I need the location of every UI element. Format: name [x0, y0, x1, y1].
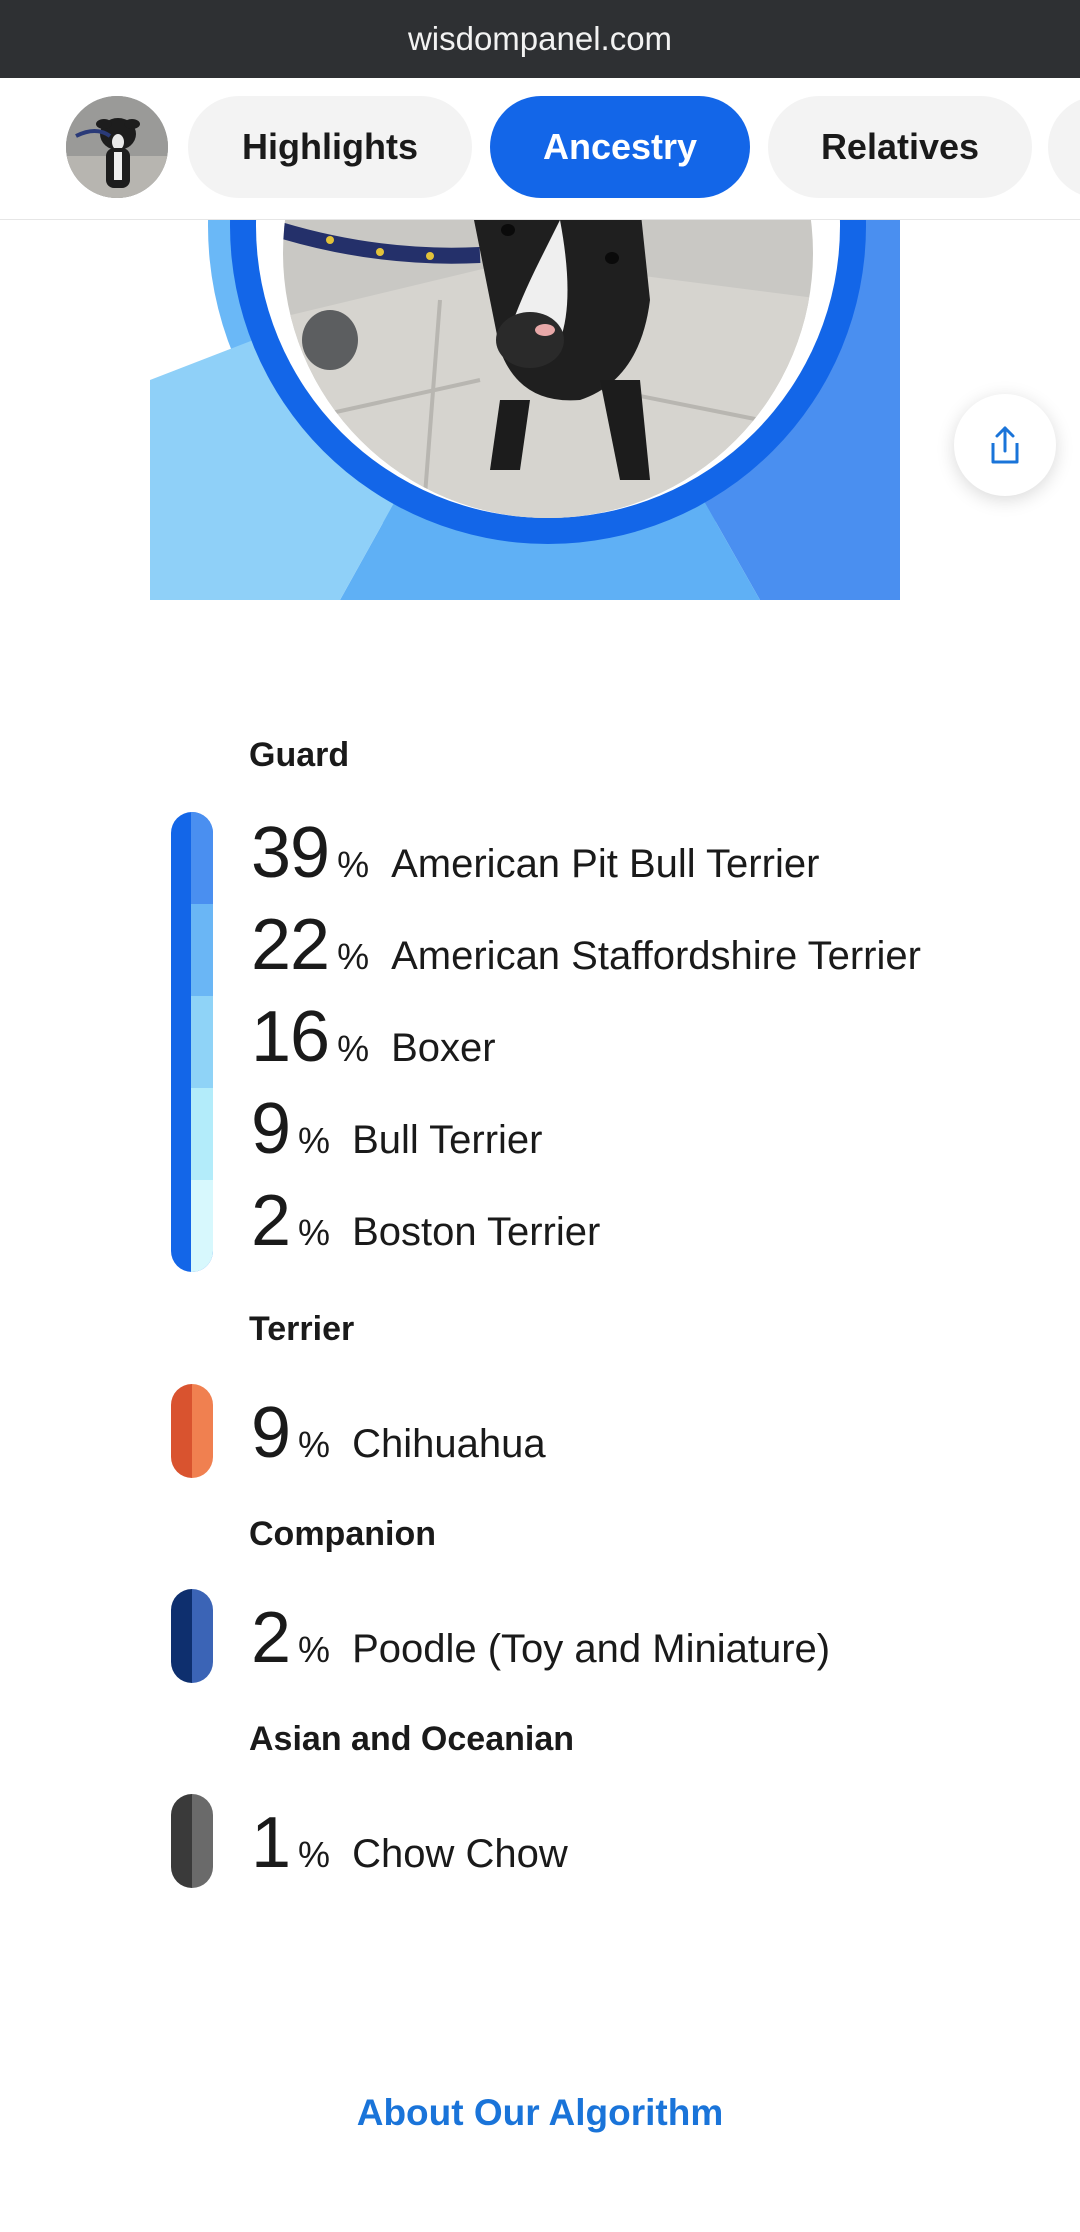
ancestry-donut-chart: [150, 220, 900, 600]
breed-name: Poodle (Toy and Miniature): [352, 1627, 831, 1671]
breed-row[interactable]: 9 % Bull Terrier: [251, 1088, 543, 1170]
tab-highlights[interactable]: Highlights: [188, 96, 472, 198]
tab-relatives-label: Relatives: [820, 126, 980, 167]
breed-name: Boston Terrier: [352, 1210, 601, 1254]
top-tab-nav: Highlights Ancestry Relatives: [0, 78, 1080, 220]
breed-row[interactable]: 2 % Boston Terrier: [251, 1180, 600, 1262]
percent-sign: %: [298, 1212, 331, 1253]
breed-row[interactable]: 9 % Chihuahua: [251, 1392, 546, 1474]
about-our-algorithm-link[interactable]: About Our Algorithm: [0, 2092, 1080, 2134]
percent-sign: %: [298, 1629, 331, 1670]
tab-relatives[interactable]: Relatives: [768, 96, 1032, 198]
breed-row[interactable]: 39 % American Pit Bull Terrier: [251, 812, 819, 894]
breed-name: Chihuahua: [352, 1422, 546, 1466]
breed-percent: 2: [251, 1598, 291, 1678]
percent-sign: %: [298, 1424, 331, 1465]
percent-sign: %: [298, 1834, 331, 1875]
breed-percent: 1: [251, 1803, 291, 1883]
breed-name: American Pit Bull Terrier: [391, 842, 820, 886]
guard-segment-3: [191, 996, 213, 1088]
breed-name: Bull Terrier: [352, 1118, 543, 1162]
terrier-color-bar: [171, 1384, 213, 1478]
url-text: wisdompanel.com: [407, 20, 673, 57]
percent-sign: %: [337, 1028, 370, 1069]
percent-sign: %: [337, 844, 370, 885]
breed-percent: 9: [251, 1393, 291, 1473]
breed-row[interactable]: 16 % Boxer: [251, 996, 496, 1078]
breed-percent: 2: [251, 1181, 291, 1261]
guard-segment-2: [191, 904, 213, 996]
group-title-terrier: Terrier: [249, 1310, 355, 1348]
dog-avatar[interactable]: [66, 96, 168, 198]
breed-percent: 39: [251, 813, 330, 893]
share-button[interactable]: [954, 394, 1056, 496]
dog-photo-thumbnail: [66, 96, 168, 198]
ancestry-donut-hero: [0, 220, 1080, 600]
breed-name: Boxer: [391, 1026, 496, 1070]
breed-percent: 22: [251, 905, 330, 985]
percent-sign: %: [298, 1120, 331, 1161]
breed-name: Chow Chow: [352, 1832, 568, 1876]
guard-segment-1: [191, 812, 213, 904]
tab-ancestry-label: Ancestry: [542, 126, 698, 167]
breed-percent: 16: [251, 997, 330, 1077]
percent-sign: %: [337, 936, 370, 977]
asian-color-bar: [171, 1794, 213, 1888]
group-title-companion: Companion: [249, 1515, 436, 1553]
breed-percent: 9: [251, 1089, 291, 1169]
breed-name: American Staffordshire Terrier: [391, 934, 921, 978]
guard-color-bar: [171, 812, 213, 1272]
group-title-guard: Guard: [249, 736, 350, 774]
guard-segment-5: [191, 1180, 213, 1272]
tab-more[interactable]: [1048, 96, 1080, 198]
companion-color-bar: [171, 1589, 213, 1683]
guard-segment-4: [191, 1088, 213, 1180]
group-title-asian-and-oceanian: Asian and Oceanian: [249, 1720, 574, 1758]
share-icon: [991, 426, 1019, 464]
tab-ancestry[interactable]: Ancestry: [490, 96, 750, 198]
breed-row[interactable]: 2 % Poodle (Toy and Miniature): [251, 1597, 830, 1679]
breed-row[interactable]: 1 % Chow Chow: [251, 1802, 568, 1884]
breed-row[interactable]: 22 % American Staffordshire Terrier: [251, 904, 921, 986]
tab-highlights-label: Highlights: [242, 126, 418, 167]
browser-url-bar[interactable]: wisdompanel.com: [0, 0, 1080, 78]
